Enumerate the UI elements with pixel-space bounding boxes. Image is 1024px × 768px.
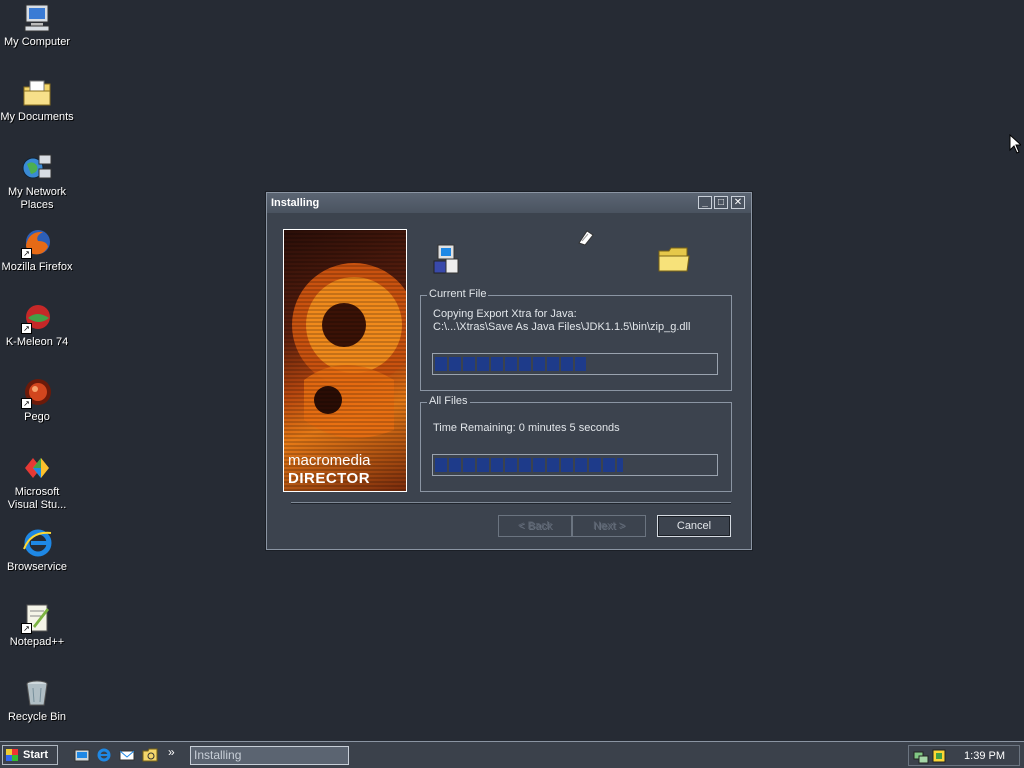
desktop-icon-label: Browservice	[7, 561, 67, 573]
desktop-icon-label: Pego	[24, 411, 50, 423]
button-separator	[291, 502, 731, 504]
banner-brand-line2: DIRECTOR	[288, 470, 371, 487]
network-globe-icon	[21, 152, 53, 184]
desktop-icon-browservice[interactable]: Browservice	[0, 527, 74, 574]
time-remaining: Time Remaining: 0 minutes 5 seconds	[433, 422, 620, 434]
shortcut-arrow-icon: ↗	[21, 248, 32, 259]
shortcut-arrow-icon: ↗	[21, 398, 32, 409]
all-files-group: All Files Time Remaining: 0 minutes 5 se…	[420, 395, 732, 492]
k-meleon-icon: ↗	[21, 302, 53, 334]
macromedia-director-banner: macromedia DIRECTOR	[283, 229, 407, 492]
desktop-icon-my-documents[interactable]: My Documents	[0, 77, 74, 124]
visual-studio-icon	[21, 452, 53, 484]
desktop-icon-label: My Computer	[3, 36, 71, 48]
taskbar-clock: 1:39 PM	[964, 750, 1005, 762]
window-title: Installing	[271, 197, 320, 209]
quicklaunch-explorer-icon[interactable]	[142, 747, 158, 763]
pego-icon: ↗	[21, 377, 53, 409]
current-file-path: C:\...\Xtras\Save As Java Files\JDK1.1.5…	[433, 321, 691, 333]
quicklaunch-outlook-express-icon[interactable]	[119, 747, 135, 763]
quicklaunch-overflow-chevron[interactable]: »	[168, 745, 175, 759]
desktop-icon-network-places[interactable]: My Network Places	[0, 152, 74, 212]
banner-brand-line1: macromedia	[288, 452, 371, 469]
quicklaunch-internet-explorer-icon[interactable]	[96, 747, 112, 763]
notepad-plus-plus-icon: ↗	[21, 602, 53, 634]
desktop-icon-label: Mozilla Firefox	[1, 261, 73, 273]
window-titlebar[interactable]: Installing _ □ ✕	[267, 193, 751, 213]
desktop-icon-label: My Documents	[0, 111, 74, 123]
installer-window: Installing _ □ ✕ macromedia DIRECTOR Cur…	[266, 192, 752, 550]
quicklaunch-show-desktop-icon[interactable]	[74, 747, 90, 763]
recycle-bin-icon	[21, 677, 53, 709]
desktop-icon-pego[interactable]: ↗ Pego	[0, 377, 74, 424]
destination-folder-icon	[657, 245, 691, 278]
all-files-progress-fill	[435, 458, 623, 472]
desktop-icon-label: Microsoft Visual Stu...	[7, 486, 67, 511]
tray-network-icon[interactable]	[913, 748, 929, 767]
current-file-progress-fill	[435, 357, 587, 371]
desktop: My Computer My Documents My Network Plac…	[0, 0, 1024, 741]
close-button[interactable]: ✕	[731, 196, 745, 209]
current-file-legend: Current File	[427, 288, 489, 300]
desktop-icon-recycle-bin[interactable]: Recycle Bin	[0, 677, 74, 724]
windows-logo-icon	[6, 749, 18, 761]
firefox-icon: ↗	[21, 227, 53, 259]
start-label: Start	[23, 749, 49, 761]
all-files-legend: All Files	[427, 395, 470, 407]
next-button[interactable]: Next >	[572, 515, 646, 537]
desktop-icon-label: My Network Places	[7, 186, 67, 211]
cancel-button[interactable]: Cancel	[657, 515, 731, 537]
tray-installer-icon[interactable]	[931, 748, 947, 767]
desktop-icon-my-computer[interactable]: My Computer	[0, 2, 74, 49]
desktop-icon-visual-studio[interactable]: Microsoft Visual Stu...	[0, 452, 74, 512]
all-files-progress	[432, 454, 718, 476]
installer-source-icon	[432, 243, 464, 278]
current-file-progress	[432, 353, 718, 375]
taskbar-button-installing[interactable]: Installing	[190, 746, 349, 765]
back-button[interactable]: < Back	[498, 515, 572, 537]
documents-folder-icon	[21, 77, 53, 109]
start-button[interactable]: Start	[2, 745, 58, 765]
shortcut-arrow-icon: ↗	[21, 323, 32, 334]
desktop-icon-notepad-plus-plus[interactable]: ↗ Notepad++	[0, 602, 74, 649]
minimize-button[interactable]: _	[698, 196, 712, 209]
maximize-button[interactable]: □	[714, 196, 728, 209]
internet-explorer-icon	[21, 527, 53, 559]
desktop-icon-label: K-Meleon 74	[5, 336, 69, 348]
desktop-icon-firefox[interactable]: ↗ Mozilla Firefox	[0, 227, 74, 274]
system-tray: 1:39 PM	[908, 745, 1020, 766]
taskbar: Start » Installing 1:39 PM	[0, 741, 1024, 768]
desktop-icon-label: Recycle Bin	[7, 711, 67, 723]
current-file-group: Current File Copying Export Xtra for Jav…	[420, 288, 732, 391]
desktop-icon-k-meleon[interactable]: ↗ K-Meleon 74	[0, 302, 74, 349]
desktop-icon-label: Notepad++	[9, 636, 65, 648]
mouse-cursor-icon	[1009, 133, 1023, 157]
flying-paper-icon	[577, 229, 595, 250]
current-file-action: Copying Export Xtra for Java:	[433, 308, 577, 320]
shortcut-arrow-icon: ↗	[21, 623, 32, 634]
computer-icon	[21, 2, 53, 34]
